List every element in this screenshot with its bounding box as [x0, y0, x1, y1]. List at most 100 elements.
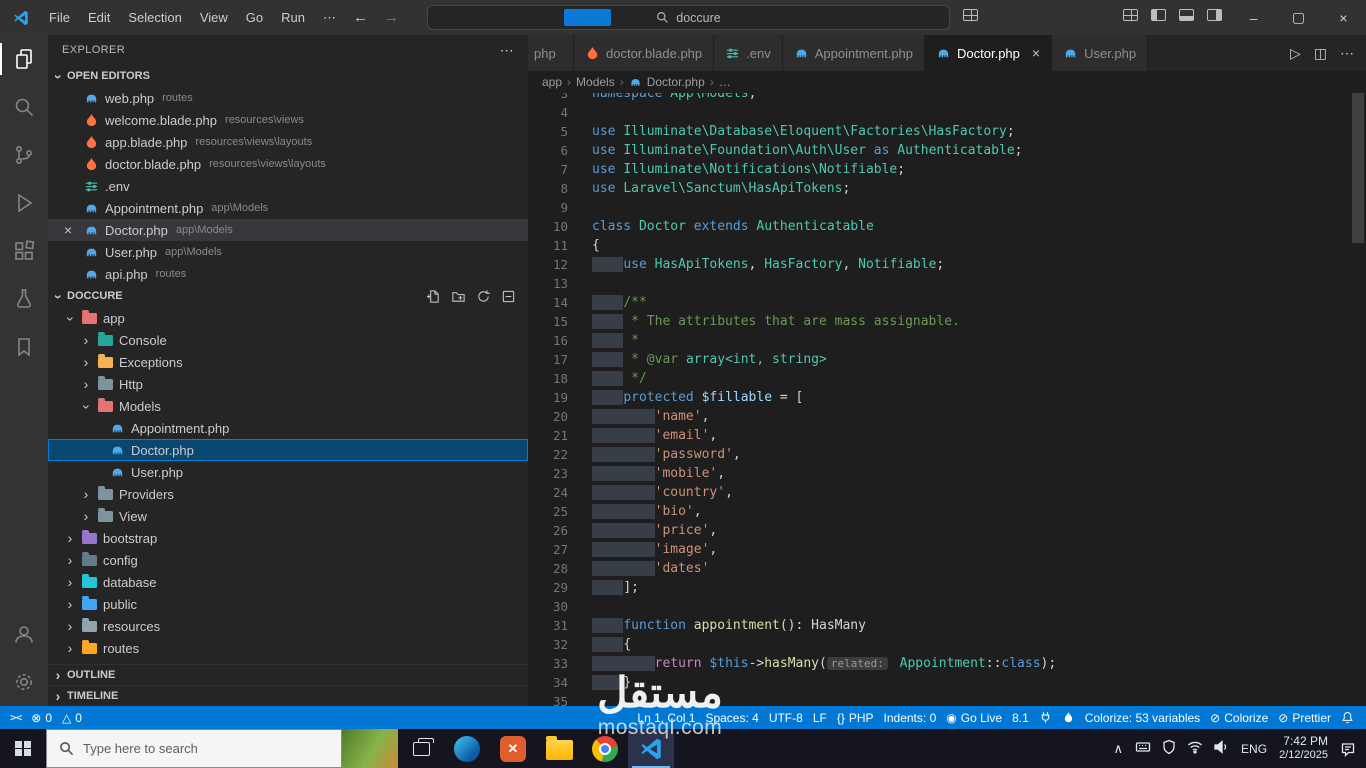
tab-doctor-php[interactable]: Doctor.php ×	[925, 35, 1053, 71]
editor-scrollbar[interactable]	[1352, 93, 1364, 243]
tree-item-bootstrap[interactable]: › bootstrap	[48, 527, 528, 549]
tree-item-config[interactable]: › config	[48, 549, 528, 571]
toggle-sidebar-icon[interactable]	[1151, 9, 1166, 21]
notification-center-icon[interactable]	[1340, 741, 1356, 757]
weather-widget[interactable]	[342, 729, 398, 768]
open-editor-item[interactable]: × Doctor.php app\Models	[48, 219, 528, 241]
tree-item-providers[interactable]: › Providers	[48, 483, 528, 505]
taskbar-app-app-orange[interactable]: ✕	[490, 729, 536, 768]
activity-extensions-icon[interactable]	[0, 227, 48, 275]
back-arrow-icon[interactable]: ←	[345, 9, 376, 26]
task-view-button[interactable]	[398, 729, 444, 768]
activity-bookmarks-icon[interactable]	[0, 323, 48, 371]
activity-settings-icon[interactable]	[0, 658, 48, 706]
minimize-button[interactable]: –	[1231, 0, 1276, 35]
breadcrumb-item[interactable]: app	[542, 75, 562, 89]
code-editor[interactable]: 3 namespace App\Models; 4 5 use Illuminate\D…	[528, 93, 1366, 706]
open-editors-header[interactable]: › OPEN EDITORS	[48, 65, 528, 87]
close-tab-icon[interactable]: ×	[1032, 45, 1040, 61]
toggle-secondary-sidebar-icon[interactable]	[1207, 9, 1222, 21]
menu-item-more[interactable]: ⋯	[314, 0, 345, 35]
split-editor-icon[interactable]: ◫	[1314, 45, 1327, 62]
status-item-ln-1--col-1[interactable]: Ln 1, Col 1	[637, 711, 695, 725]
layout-grid-icon[interactable]	[963, 9, 978, 24]
tray-icon-network[interactable]	[1187, 739, 1203, 758]
open-editor-item[interactable]: .env	[48, 175, 528, 197]
tray-icon-shield[interactable]	[1161, 739, 1177, 758]
tree-item-database[interactable]: › database	[48, 571, 528, 593]
open-editor-item[interactable]: api.php routes	[48, 263, 528, 285]
open-editor-item[interactable]: Appointment.php app\Models	[48, 197, 528, 219]
refresh-icon[interactable]	[476, 289, 491, 304]
status-item-colorize[interactable]: ⊘ Colorize	[1210, 711, 1268, 725]
menu-item-edit[interactable]: Edit	[79, 0, 119, 35]
open-editor-item[interactable]: welcome.blade.php resources\views	[48, 109, 528, 131]
tree-item-appointment-php[interactable]: Appointment.php	[48, 417, 528, 439]
tree-item-resources[interactable]: › resources	[48, 615, 528, 637]
customize-layout-icon[interactable]	[1123, 9, 1138, 21]
status-item-go-live[interactable]: ◉ Go Live	[946, 711, 1002, 725]
new-folder-icon[interactable]	[451, 289, 466, 304]
status-item-lf[interactable]: LF	[813, 711, 827, 725]
taskbar-app-file-explorer[interactable]	[536, 729, 582, 768]
status-item-bell[interactable]	[1341, 711, 1354, 724]
status-item-utf-8[interactable]: UTF-8	[769, 711, 803, 725]
status-item-indents--0[interactable]: Indents: 0	[884, 711, 937, 725]
toggle-panel-icon[interactable]	[1179, 9, 1194, 21]
breadcrumb-item[interactable]: Models	[576, 75, 615, 89]
timeline-section-header[interactable]: › TIMELINE	[48, 685, 528, 706]
status-item-remote[interactable]: ><	[10, 711, 22, 724]
status-item-spaces--4[interactable]: Spaces: 4	[705, 711, 758, 725]
activity-search-icon[interactable]	[0, 83, 48, 131]
menu-item-run[interactable]: Run	[272, 0, 314, 35]
tree-item-app[interactable]: › app	[48, 307, 528, 329]
maximize-button[interactable]: ▢	[1276, 0, 1321, 35]
status-item-colorize--53-variables[interactable]: Colorize: 53 variables	[1085, 711, 1200, 725]
activity-explorer-icon[interactable]	[0, 35, 48, 83]
activity-source-control-icon[interactable]	[0, 131, 48, 179]
tab-doctor-blade-php[interactable]: doctor.blade.php	[574, 35, 715, 71]
start-button[interactable]	[0, 729, 46, 768]
collapse-all-icon[interactable]	[501, 289, 516, 304]
status-item-plug[interactable]	[1039, 711, 1052, 724]
tree-item-public[interactable]: › public	[48, 593, 528, 615]
run-button[interactable]: ▷	[1290, 45, 1301, 62]
activity-account-icon[interactable]	[0, 610, 48, 658]
open-editor-item[interactable]: doctor.blade.php resources\views\layouts	[48, 153, 528, 175]
status-item-prettier[interactable]: ⊘ Prettier	[1278, 711, 1331, 725]
tree-item-routes[interactable]: › routes	[48, 637, 528, 659]
tree-item-models[interactable]: › Models	[48, 395, 528, 417]
tab-php[interactable]: php	[528, 35, 574, 71]
taskbar-app-chrome[interactable]	[582, 729, 628, 768]
close-editor-icon[interactable]: ×	[64, 222, 72, 238]
tree-item-user-php[interactable]: User.php	[48, 461, 528, 483]
activity-run-debug-icon[interactable]	[0, 179, 48, 227]
status-item-drop[interactable]	[1062, 711, 1075, 724]
tray-icon-volume[interactable]	[1213, 739, 1229, 758]
project-header[interactable]: › DOCCURE	[48, 285, 528, 307]
tab-appointment-php[interactable]: Appointment.php	[782, 35, 926, 71]
tree-item-console[interactable]: › Console	[48, 329, 528, 351]
menu-item-selection[interactable]: Selection	[119, 0, 190, 35]
status-item-0[interactable]: △ 0	[62, 711, 82, 725]
tab-user-php[interactable]: User.php	[1052, 35, 1149, 71]
breadcrumb-item[interactable]: …	[719, 75, 731, 89]
new-file-icon[interactable]	[426, 289, 441, 304]
close-button[interactable]: ×	[1321, 0, 1366, 35]
tray-icon-keyboard[interactable]	[1135, 739, 1151, 758]
outline-section-header[interactable]: › OUTLINE	[48, 664, 528, 685]
open-editor-item[interactable]: app.blade.php resources\views\layouts	[48, 131, 528, 153]
language-indicator[interactable]: ENG	[1241, 742, 1267, 756]
status-item-8-1[interactable]: 8.1	[1012, 711, 1029, 725]
open-editor-item[interactable]: User.php app\Models	[48, 241, 528, 263]
taskbar-app-edge[interactable]	[444, 729, 490, 768]
explorer-more-icon[interactable]: ⋯	[500, 42, 514, 59]
menu-item-file[interactable]: File	[40, 0, 79, 35]
forward-arrow-icon[interactable]: →	[376, 9, 407, 26]
editor-more-icon[interactable]: ⋯	[1340, 45, 1354, 62]
taskbar-app-vscode[interactable]	[628, 729, 674, 768]
taskbar-clock[interactable]: 7:42 PM 2/12/2025	[1279, 735, 1328, 762]
hidden-icons-chevron[interactable]: ∧	[1114, 741, 1124, 757]
activity-testing-icon[interactable]	[0, 275, 48, 323]
menu-item-view[interactable]: View	[191, 0, 237, 35]
